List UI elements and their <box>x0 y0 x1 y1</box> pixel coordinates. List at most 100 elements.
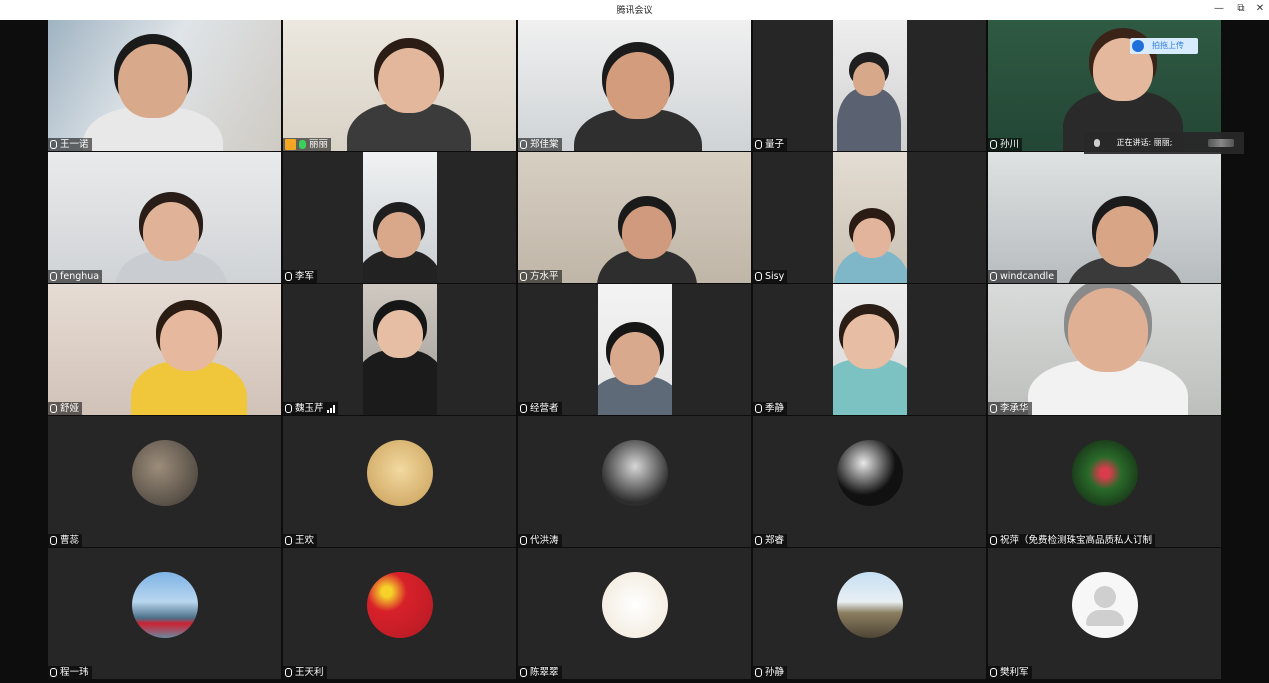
restore-button[interactable]: ⧉ <box>1234 2 1248 16</box>
person-face <box>610 332 660 385</box>
participant-video <box>48 284 281 415</box>
speaking-indicator: 正在讲话: 丽丽; <box>1084 132 1244 154</box>
participant-tile[interactable]: 季静 <box>753 284 986 415</box>
participant-name: 樊利军 <box>1000 667 1029 678</box>
signal-bar <box>329 407 332 413</box>
participant-video <box>988 284 1221 415</box>
participant-name: 舒娅 <box>60 403 80 414</box>
participant-name: windcandle <box>1000 271 1055 282</box>
person-face <box>143 202 199 261</box>
avatar <box>367 572 433 638</box>
participant-nameplate: 郑睿 <box>753 534 788 547</box>
participant-nameplate: 魏玉芹 <box>283 402 338 415</box>
participant-name: 代洪涛 <box>530 535 559 546</box>
participant-tile[interactable]: 樊利军 <box>988 548 1221 679</box>
participant-video <box>518 152 751 283</box>
participant-name: 季静 <box>765 403 785 414</box>
mic-muted-icon <box>990 140 997 149</box>
mic-active-icon <box>299 140 306 149</box>
person-face <box>622 206 672 259</box>
participant-nameplate: 孙川 <box>988 138 1023 151</box>
participant-nameplate: 代洪涛 <box>518 534 562 547</box>
avatar <box>837 572 903 638</box>
participant-tile[interactable]: 李承华 <box>988 284 1221 415</box>
participant-tile[interactable]: 王天利 <box>283 548 516 679</box>
participant-tile[interactable]: 陈翠翠 <box>518 548 751 679</box>
signal-bar <box>332 404 335 413</box>
participant-nameplate: 季静 <box>753 402 788 415</box>
mic-muted-icon <box>285 668 292 677</box>
cloud-icon <box>1132 40 1144 52</box>
mic-muted-icon <box>520 272 527 281</box>
mic-muted-icon <box>755 272 762 281</box>
speaker-icon <box>1094 138 1100 147</box>
mic-muted-icon <box>755 404 762 413</box>
participant-tile[interactable]: 祝萍（免费检测珠宝高品质私人订制 <box>988 416 1221 547</box>
participant-name: 王欢 <box>295 535 315 546</box>
participant-nameplate: 孙静 <box>753 666 788 679</box>
audio-wave-icon <box>1208 139 1234 147</box>
participant-name: 祝萍（免费检测珠宝高品质私人订制 <box>1000 535 1153 546</box>
avatar <box>1072 440 1138 506</box>
participant-name: 郑睿 <box>765 535 785 546</box>
person-face <box>853 218 891 258</box>
participant-tile[interactable]: 魏玉芹 <box>283 284 516 415</box>
participant-name: 方水平 <box>530 271 559 282</box>
participant-tile[interactable]: 量子 <box>753 20 986 151</box>
person-face <box>1068 288 1148 372</box>
participant-tile[interactable]: 程一玮 <box>48 548 281 679</box>
participant-video <box>363 284 437 415</box>
participant-tile[interactable]: 李军 <box>283 152 516 283</box>
participant-tile[interactable]: Sisy <box>753 152 986 283</box>
participant-tile[interactable]: 郑睿 <box>753 416 986 547</box>
participant-name: 程一玮 <box>60 667 89 678</box>
participant-tile[interactable]: 曹蕊 <box>48 416 281 547</box>
mic-muted-icon <box>50 668 57 677</box>
participant-nameplate: 樊利军 <box>988 666 1032 679</box>
participant-tile[interactable]: 王一诺 <box>48 20 281 151</box>
person-face <box>377 310 423 359</box>
person-face <box>853 62 885 96</box>
participant-nameplate: 曹蕊 <box>48 534 83 547</box>
participant-name: 陈翠翠 <box>530 667 559 678</box>
participant-tile[interactable]: 丽丽 <box>283 20 516 151</box>
participant-nameplate: 王欢 <box>283 534 318 547</box>
avatar <box>132 440 198 506</box>
participant-tile[interactable]: 经营者 <box>518 284 751 415</box>
participant-video <box>833 20 907 151</box>
participant-tile[interactable]: windcandle <box>988 152 1221 283</box>
person-body <box>363 349 437 415</box>
mic-muted-icon <box>755 668 762 677</box>
participant-name: 郑佳棠 <box>530 139 559 150</box>
close-button[interactable]: ✕ <box>1253 2 1267 16</box>
participant-tile[interactable]: 方水平 <box>518 152 751 283</box>
person-face <box>118 44 188 118</box>
participant-name: 王天利 <box>295 667 324 678</box>
person-body <box>837 88 901 151</box>
participant-name: Sisy <box>765 271 785 282</box>
participant-name: 丽丽 <box>309 139 329 150</box>
avatar <box>837 440 903 506</box>
participant-tile[interactable]: fenghua <box>48 152 281 283</box>
participant-tile[interactable]: 代洪涛 <box>518 416 751 547</box>
participant-video <box>833 284 907 415</box>
participant-nameplate: fenghua <box>48 270 103 283</box>
mic-muted-icon <box>520 668 527 677</box>
meeting-stage: 王一诺 丽丽 郑佳棠 量子 孙川 fenghua 李军 方水平 Sisy windcandle 舒娅… <box>0 20 1269 683</box>
participant-tile[interactable]: 舒娅 <box>48 284 281 415</box>
person-face <box>1096 206 1154 267</box>
participant-name: 李承华 <box>1000 403 1029 414</box>
minimize-button[interactable]: — <box>1212 2 1226 16</box>
mic-muted-icon <box>285 272 292 281</box>
participant-video <box>598 284 672 415</box>
participant-tile[interactable]: 孙静 <box>753 548 986 679</box>
participant-tile[interactable]: 郑佳棠 <box>518 20 751 151</box>
person-face <box>160 310 218 371</box>
participant-name: 魏玉芹 <box>295 403 324 414</box>
participant-nameplate: 祝萍（免费检测珠宝高品质私人订制 <box>988 534 1156 547</box>
avatar <box>1072 572 1138 638</box>
participant-tile[interactable]: 王欢 <box>283 416 516 547</box>
participant-name: 孙川 <box>1000 139 1020 150</box>
upload-button[interactable]: 拍拖上传 <box>1130 38 1198 54</box>
participant-nameplate: 量子 <box>753 138 788 151</box>
